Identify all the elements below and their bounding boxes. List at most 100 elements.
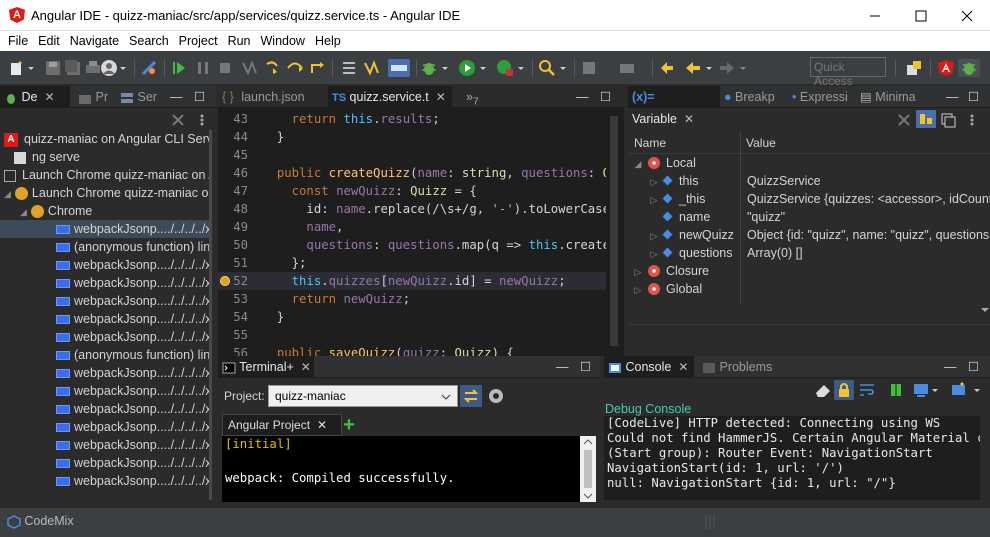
tab-project-explorer[interactable]: Pr: [74, 86, 114, 108]
resume-icon[interactable]: [170, 59, 188, 77]
progress-handle[interactable]: [703, 514, 717, 530]
console-output[interactable]: [CodeLive] HTTP detected: Connecting usi…: [604, 416, 980, 500]
chevron-down-icon[interactable]: [118, 59, 128, 77]
maximize-button[interactable]: [898, 0, 944, 31]
step-return-icon[interactable]: [308, 59, 326, 77]
chevron-down-icon[interactable]: [972, 382, 982, 401]
scroll-lock-icon[interactable]: [834, 380, 854, 400]
remove-terminated-icon[interactable]: [170, 112, 186, 131]
step-into-icon[interactable]: [264, 59, 282, 77]
chevron-down-icon[interactable]: [930, 382, 940, 401]
menu-edit[interactable]: Edit: [38, 31, 60, 48]
close-window-button[interactable]: [944, 0, 990, 31]
tree-row[interactable]: webpackJsonp..../../../../xj: [0, 310, 212, 328]
minimize-panel-icon[interactable]: —: [576, 86, 592, 108]
maximize-panel-icon[interactable]: ☐: [194, 86, 210, 108]
tree-row[interactable]: webpackJsonp..../../../../xj: [0, 418, 212, 436]
more-tabs-button[interactable]: »7: [462, 86, 490, 108]
drop-to-frame-icon[interactable]: [340, 59, 358, 77]
minimize-panel-icon[interactable]: —: [556, 356, 572, 378]
tree-row[interactable]: webpackJsonp..../../../../xj: [0, 472, 212, 490]
code-line[interactable]: 56 public saveQuizz(quizz: Quizz) {: [218, 344, 606, 356]
close-icon[interactable]: ✕: [44, 90, 54, 104]
code-area[interactable]: 43 return this.results; 44 } 45 46 public c…: [218, 108, 606, 356]
column-divider[interactable]: [740, 132, 741, 154]
chevron-down-icon[interactable]: [558, 59, 568, 77]
pin-console-icon[interactable]: [888, 381, 906, 402]
tab-quizz-service[interactable]: TS quizz.service.t ✕: [328, 86, 452, 108]
tree-row[interactable]: webpackJsonp..../../../../xj: [0, 292, 212, 310]
variable-row[interactable]: ▷ _this QuizzService {quizzes: <accessor>,…: [628, 190, 990, 208]
tree-row[interactable]: Launch Chrome quizz-maniac on A: [0, 166, 212, 184]
chevron-down-icon[interactable]: [26, 59, 36, 77]
disconnect-icon[interactable]: [240, 59, 258, 77]
collapsed-triangle-icon[interactable]: ▷: [644, 191, 664, 209]
chevron-down-icon[interactable]: [478, 59, 488, 77]
scope-row[interactable]: ◢ Local: [628, 154, 990, 172]
terminal-scrollbar[interactable]: [580, 436, 596, 502]
tab-minimap[interactable]: ▤ Minima: [856, 86, 930, 108]
tab-console[interactable]: Console ✕: [604, 356, 694, 378]
collapsed-triangle-icon[interactable]: ▷: [628, 263, 648, 281]
next-annotation-icon[interactable]: [658, 59, 676, 77]
tree-row[interactable]: webpackJsonp..../../../../xj: [0, 256, 212, 274]
tab-servers[interactable]: Ser: [116, 86, 162, 108]
run-external-icon[interactable]: [496, 59, 514, 77]
tree-row[interactable]: webpackJsonp..../../../../xj: [0, 274, 212, 292]
quick-access-input[interactable]: Quick Access: [810, 57, 886, 88]
expanded-triangle-icon[interactable]: ◢: [628, 155, 648, 173]
menu-run[interactable]: Run: [228, 31, 251, 48]
step-over-icon[interactable]: [286, 59, 304, 77]
code-line[interactable]: 45: [218, 146, 606, 164]
tab-angular-project[interactable]: Angular Project ✕: [222, 414, 342, 436]
suspend-icon[interactable]: [194, 59, 212, 77]
chevron-down-icon[interactable]: [704, 59, 714, 77]
tree-row[interactable]: ◢ Launch Chrome quizz-maniac o: [0, 184, 212, 202]
tab-problems[interactable]: Problems: [698, 356, 778, 378]
tree-row[interactable]: webpackJsonp..../../../../xj: [0, 382, 212, 400]
tree-row[interactable]: (anonymous function) lin: [0, 238, 212, 256]
codemix-status[interactable]: CodeMix: [7, 514, 74, 529]
tab-variables[interactable]: (x)= Variable ✕: [628, 86, 720, 126]
code-line[interactable]: 50 questions: questions.map(q => this.cr…: [218, 236, 606, 254]
word-wrap-icon[interactable]: [858, 381, 876, 402]
terminal-output[interactable]: [initial] webpack: Compiled successfully…: [222, 436, 582, 502]
maximize-panel-icon[interactable]: ☐: [580, 356, 596, 378]
back-icon[interactable]: [684, 59, 702, 77]
tree-row[interactable]: webpackJsonp..../../../../xj: [0, 454, 212, 472]
angular-perspective-icon[interactable]: [937, 59, 955, 77]
collapsed-triangle-icon[interactable]: ▷: [644, 173, 664, 191]
run-icon[interactable]: [458, 59, 476, 77]
code-line[interactable]: 43 return this.results;: [218, 110, 606, 128]
tree-row[interactable]: webpackJsonp..../../../../xj: [0, 436, 212, 454]
account-icon[interactable]: [100, 59, 118, 77]
menu-search[interactable]: Search: [129, 31, 169, 48]
remove-all-icon[interactable]: [896, 112, 912, 131]
code-line[interactable]: 44 }: [218, 128, 606, 146]
close-icon[interactable]: ✕: [301, 360, 311, 374]
tree-row[interactable]: ng serve: [0, 148, 212, 166]
close-icon[interactable]: ✕: [436, 90, 446, 104]
collapsed-triangle-icon[interactable]: ▷: [628, 281, 648, 299]
annotation-icon[interactable]: [580, 59, 598, 77]
menu-window[interactable]: Window: [261, 31, 305, 48]
debug-view-toggle-icon[interactable]: [388, 59, 410, 77]
tree-row[interactable]: webpackJsonp..../../../../xj: [0, 328, 212, 346]
minimize-panel-icon[interactable]: —: [944, 356, 960, 378]
view-menu-icon[interactable]: [966, 112, 978, 131]
code-line[interactable]: 53 return newQuizz;: [218, 290, 606, 308]
variable-row[interactable]: ▷ this QuizzService: [628, 172, 990, 190]
scope-row[interactable]: ▷ Global: [628, 280, 990, 298]
variable-row[interactable]: name "quizz": [628, 208, 990, 226]
close-icon[interactable]: ✕: [684, 112, 694, 126]
open-perspective-icon[interactable]: [905, 59, 923, 77]
use-step-filters-icon[interactable]: [362, 59, 380, 77]
chevron-down-icon[interactable]: [440, 59, 450, 77]
clear-console-icon[interactable]: [812, 381, 832, 402]
minimize-panel-icon[interactable]: —: [170, 86, 186, 108]
code-line[interactable]: 48 id: name.replace(/\s+/g, '-').toLower…: [218, 200, 606, 218]
debug-perspective-icon[interactable]: [958, 59, 980, 77]
show-type-names-icon[interactable]: [916, 110, 936, 128]
tab-terminal[interactable]: Terminal+ ✕: [218, 356, 314, 378]
tab-expressions[interactable]: • Expressi: [788, 86, 856, 108]
